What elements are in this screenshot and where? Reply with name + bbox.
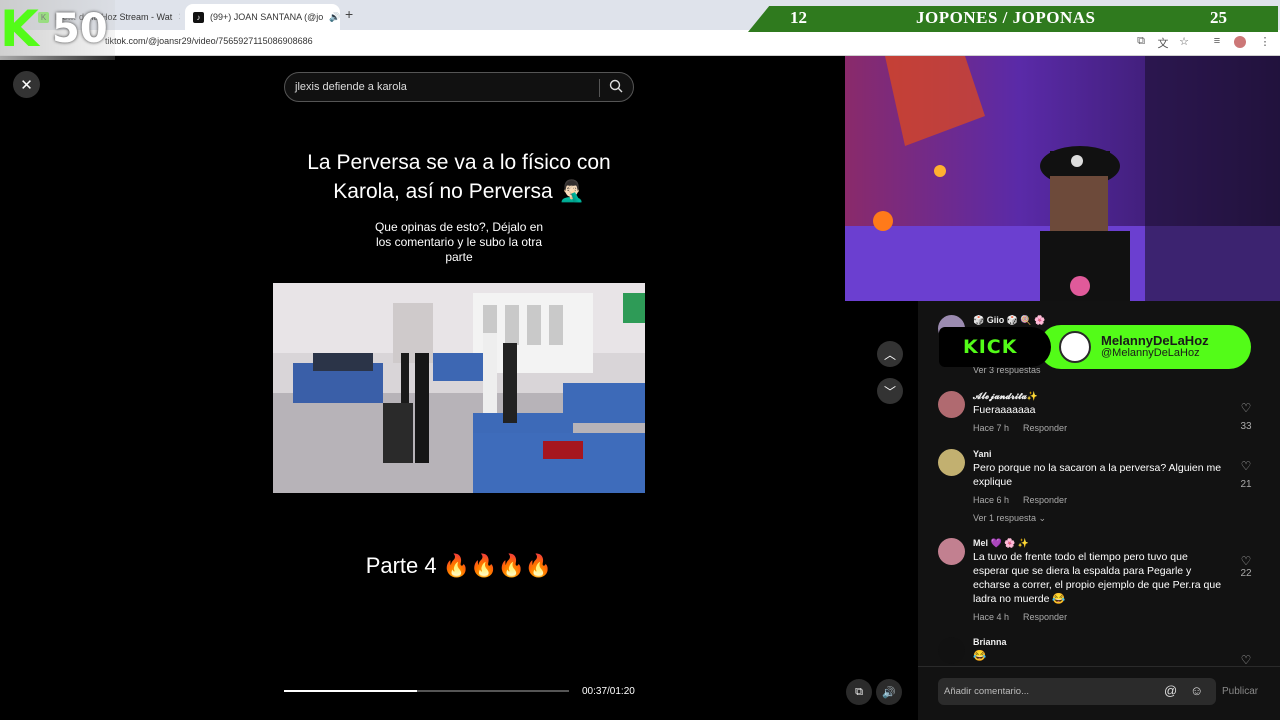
score-title: JOPONES / JOPONAS [916,8,1096,27]
profile-avatar[interactable] [1234,36,1246,48]
reply-link[interactable]: Responder [1023,612,1067,622]
search-icon[interactable] [609,79,623,96]
heart-icon[interactable]: ♡ [1236,401,1256,415]
webcam-overlay [845,56,1280,301]
tiktok-favicon-icon: ♪ [193,11,204,23]
heart-icon[interactable]: ♡ [1236,554,1256,568]
video-frame-image [273,283,645,493]
avatar[interactable] [938,391,965,418]
reply-link[interactable]: Responder [1023,423,1067,433]
avatar[interactable] [938,538,965,565]
comment-meta: Hace 6 h Responder [973,495,1068,505]
volume-button[interactable]: 🔊 [876,679,902,705]
video-headline: La Perversa se va a lo físico con Karola… [307,151,611,203]
url-field[interactable]: tiktok.com/@joansr29/video/7565927115086… [105,36,313,46]
comment-username[interactable]: 𝓐𝓵𝓮𝓳𝓪𝓷𝓭𝓻𝓲𝓽𝓪✨ [973,391,1038,402]
comment-text: Fueraaaaaaa [973,404,1036,416]
kick-counter-value: 50 [52,6,108,52]
bookmark-star-icon[interactable]: ☆ [1177,35,1191,48]
video-time: 00:37/01:20 [582,686,635,697]
tab-label: (99+) JOAN SANTANA (@jo [210,12,324,22]
avatar[interactable] [938,637,965,664]
kick-logo: KICK [963,336,1018,358]
view-replies-link[interactable]: Ver 1 respuesta ⌄ [973,513,1046,524]
comment-username[interactable]: Yani [973,449,992,459]
pip-icon: ⧉ [855,685,863,698]
avatar[interactable] [938,449,965,476]
comment-text: La tuvo de frente todo el tiempo pero tu… [973,551,1222,605]
video-parte-label: Parte 4 🔥🔥🔥🔥 [365,553,553,578]
streamer-handle: @MelannyDeLaHoz [1101,347,1200,359]
search-bar[interactable]: jlexis defiende a karola [284,72,634,102]
volume-icon: 🔊 [882,686,896,699]
like-count: 22 [1240,568,1252,579]
like-count: 21 [1240,479,1252,490]
publish-button[interactable]: Publicar [1222,686,1258,697]
search-input[interactable]: jlexis defiende a karola [295,81,407,93]
next-video-button[interactable]: ﹀ [877,378,903,404]
tab-close-icon[interactable]: ✕ [178,12,180,23]
comment-text: Pero porque no la sacaron a la perversa?… [973,462,1222,488]
mention-icon[interactable]: @ [1164,683,1177,698]
score-left: 12 [790,8,807,27]
kick-streamer-badge: KICK MelannyDeLaHoz @MelannyDeLaHoz [939,325,1251,369]
close-button[interactable]: ✕ [13,71,40,98]
comment-text: 😂 [973,650,987,662]
heart-icon[interactable]: ♡ [1236,653,1256,666]
kick-counter-overlay: K 50 [0,0,115,60]
emoji-icon[interactable]: ☺ [1190,683,1203,698]
comment-meta: Hace 4 h Responder [973,612,1068,622]
streamer-name: MelannyDeLaHoz [1101,333,1209,348]
score-bar-overlay: 12 JOPONES / JOPONAS 25 [748,6,1278,32]
browser-tab-tiktok[interactable]: ♪ (99+) JOAN SANTANA (@jo 🔊 ✕ [185,4,340,30]
translate-icon[interactable]: 文 [1156,35,1170,51]
media-controls-icon[interactable]: ≡ [1210,35,1224,47]
score-right: 25 [1210,8,1227,27]
close-icon: ✕ [20,76,33,94]
new-tab-button[interactable]: + [345,6,353,22]
comment-meta: Hace 7 h Responder [973,423,1068,433]
kick-k-logo-icon: K [0,0,39,58]
heart-icon[interactable]: ♡ [1236,459,1256,473]
speaker-icon: 🔊 [329,11,340,22]
menu-kebab-icon[interactable]: ⋮ [1258,35,1272,48]
chevron-up-icon: ︿ [883,347,896,362]
reply-link[interactable]: Responder [1023,495,1067,505]
comment-username[interactable]: Brianna [973,637,1007,647]
comment-placeholder: Añadir comentario... [944,686,1030,697]
like-count: 33 [1240,421,1252,432]
video-subline: Que opinas de esto?, Déjalo en los comen… [374,220,544,264]
comment-username[interactable]: Mel 💜 🌸 ✨ [973,538,1029,549]
progress-fill[interactable] [284,690,417,692]
chevron-down-icon: ﹀ [883,384,896,399]
avatar [1059,331,1091,363]
floating-player-button[interactable]: ⧉ [846,679,872,705]
comment-input[interactable]: Añadir comentario... @ ☺ [938,678,1216,705]
cast-icon[interactable]: ⧉ [1134,35,1148,48]
previous-video-button[interactable]: ︿ [877,341,903,367]
